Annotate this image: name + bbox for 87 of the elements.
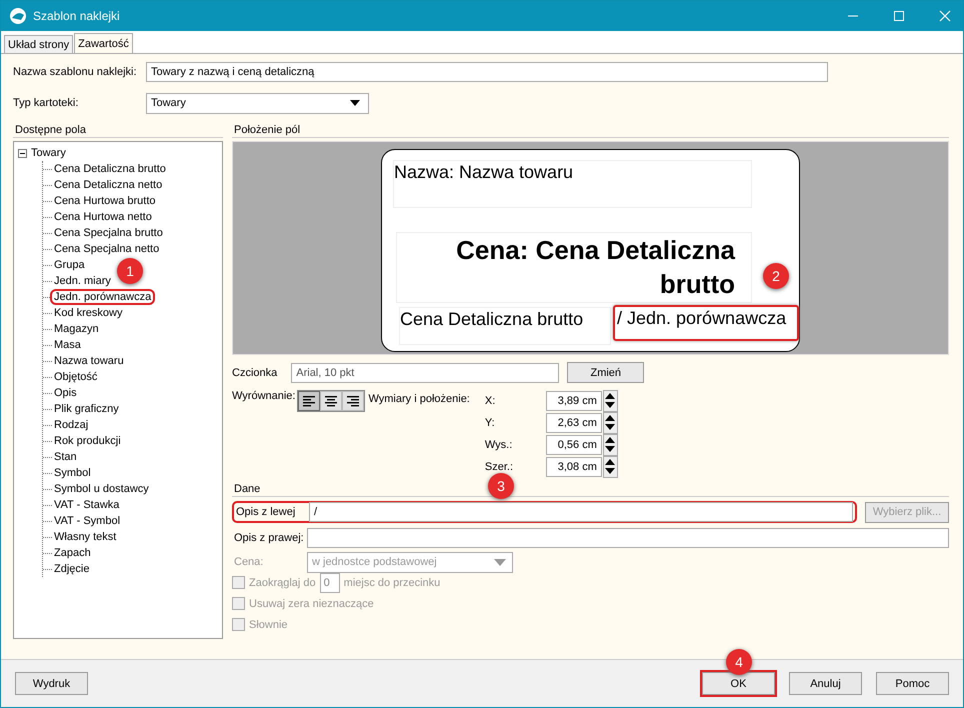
collapse-icon[interactable]	[18, 148, 27, 158]
tree-item[interactable]: Plik graficzny	[52, 403, 121, 415]
spinner[interactable]	[602, 456, 618, 478]
tree-item[interactable]: Cena Hurtowa netto	[52, 211, 154, 223]
field-label: Nazwa szablonu naklejki:	[13, 66, 138, 78]
tree-item[interactable]: Stan	[52, 451, 79, 463]
dimension-field[interactable]: 0,56 cm	[546, 434, 602, 454]
tab[interactable]: Układ strony	[4, 35, 74, 53]
window-title: Szablon naklejki	[33, 9, 120, 23]
field-label: Wymiary i położenie:	[368, 393, 470, 405]
font-field[interactable]: Arial, 10 pkt	[291, 362, 560, 382]
spin-down-icon[interactable]	[605, 446, 616, 452]
tree-item[interactable]: Objętość	[52, 371, 100, 383]
dimension-field[interactable]: 3,89 cm	[546, 390, 602, 410]
tree-item[interactable]: Cena Hurtowa brutto	[52, 195, 158, 207]
label-field[interactable]: / Jedn. porównawcza	[613, 305, 799, 341]
record-type-dropdown[interactable]: Towary	[146, 92, 369, 114]
spin-up-icon[interactable]	[605, 415, 616, 421]
spinner[interactable]	[602, 390, 618, 412]
section-title: Dostępne pola	[13, 124, 223, 138]
field-label: Opis z prawej:	[234, 532, 305, 544]
label-field[interactable]: Cena Detaliczna brutto	[399, 307, 611, 345]
left-description-field[interactable]: /	[309, 502, 853, 522]
dimension-field[interactable]: 2,63 cm	[546, 412, 602, 432]
tree-item[interactable]: Magazyn	[52, 323, 101, 335]
spin-down-icon[interactable]	[605, 424, 616, 430]
change-font-button[interactable]: Zmień	[567, 362, 644, 383]
field-label: X:	[484, 394, 496, 406]
dialog-button[interactable]: OK	[702, 672, 775, 695]
tree-item[interactable]: Jedn. porównawcza	[52, 291, 154, 303]
template-name-field[interactable]: Towary z nazwą i ceną detaliczną	[146, 62, 828, 82]
tree-item[interactable]: Zdjęcie	[52, 563, 92, 575]
field-label: Wys.:	[484, 438, 514, 450]
tab[interactable]: Zawartość	[74, 33, 133, 53]
spinner[interactable]	[602, 412, 618, 434]
spinner[interactable]	[602, 434, 618, 456]
tree-item[interactable]: Cena Specjalna brutto	[52, 227, 165, 239]
field-label: Szer.:	[484, 460, 514, 472]
field-label: Typ kartoteki:	[13, 97, 80, 109]
tree-item[interactable]: Symbol u dostawcy	[52, 483, 151, 495]
dropdown-caret-icon	[494, 558, 506, 566]
tree-item[interactable]: Jedn. miary	[52, 275, 113, 287]
tree-item[interactable]: Grupa	[52, 259, 87, 271]
field-label: Wyrównanie:	[232, 390, 296, 402]
tree-item[interactable]: Rok produkcji	[52, 435, 123, 447]
label-field[interactable]: Nazwa: Nazwa towaru	[393, 160, 752, 208]
dropdown-caret-icon	[350, 100, 360, 106]
spin-up-icon[interactable]	[605, 437, 616, 443]
align-button[interactable]	[342, 391, 364, 411]
tree-item[interactable]: VAT - Symbol	[52, 515, 122, 527]
close-icon[interactable]	[939, 10, 951, 22]
checkbox-label: Słownie	[249, 618, 288, 630]
tree-item[interactable]: VAT - Stawka	[52, 499, 122, 511]
tree-item[interactable]: Rodzaj	[52, 419, 90, 431]
right-description-field[interactable]	[307, 528, 949, 548]
tree-item[interactable]: Symbol	[52, 467, 93, 479]
spin-down-icon[interactable]	[605, 402, 616, 408]
checkbox-label: miejsc do przecinku	[344, 576, 440, 588]
field-label: Cena:	[234, 556, 264, 568]
spin-up-icon[interactable]	[605, 459, 616, 465]
tree-item[interactable]: Towary	[29, 147, 68, 159]
field-label: Czcionka	[232, 366, 278, 378]
print-button[interactable]: Wydruk	[15, 672, 88, 695]
align-button[interactable]	[298, 391, 320, 411]
tree-item[interactable]: Nazwa towaru	[52, 355, 126, 367]
dialog-button[interactable]: Anuluj	[789, 672, 862, 695]
align-button[interactable]	[320, 391, 342, 411]
field-label: Y:	[484, 416, 496, 428]
tree-item[interactable]: Cena Specjalna netto	[52, 243, 162, 255]
tree-item[interactable]: Cena Detaliczna netto	[52, 179, 164, 191]
dialog-button[interactable]: Pomoc	[876, 672, 949, 695]
tree-item[interactable]: Cena Detaliczna brutto	[52, 163, 168, 175]
tree-item[interactable]: Własny tekst	[52, 531, 118, 543]
label-field[interactable]: Cena: Cena Detaliczna brutto	[396, 232, 752, 303]
checkbox-label: Zaokrąglaj do	[249, 576, 316, 588]
field-label: Opis z lewej	[236, 506, 296, 518]
app-logo-icon	[9, 7, 27, 25]
spin-down-icon[interactable]	[605, 468, 616, 474]
dimension-field[interactable]: 3,08 cm	[546, 456, 602, 476]
tree-item[interactable]: Kod kreskowy	[52, 307, 124, 319]
tree-item[interactable]: Masa	[52, 339, 83, 351]
checkbox-label: Usuwaj zera nieznaczące	[249, 598, 374, 610]
tree-item[interactable]: Zapach	[52, 547, 93, 559]
section-title: Położenie pól	[232, 124, 949, 138]
spin-up-icon[interactable]	[605, 393, 616, 399]
tree-item[interactable]: Opis	[52, 387, 79, 399]
maximize-icon[interactable]	[893, 10, 905, 22]
